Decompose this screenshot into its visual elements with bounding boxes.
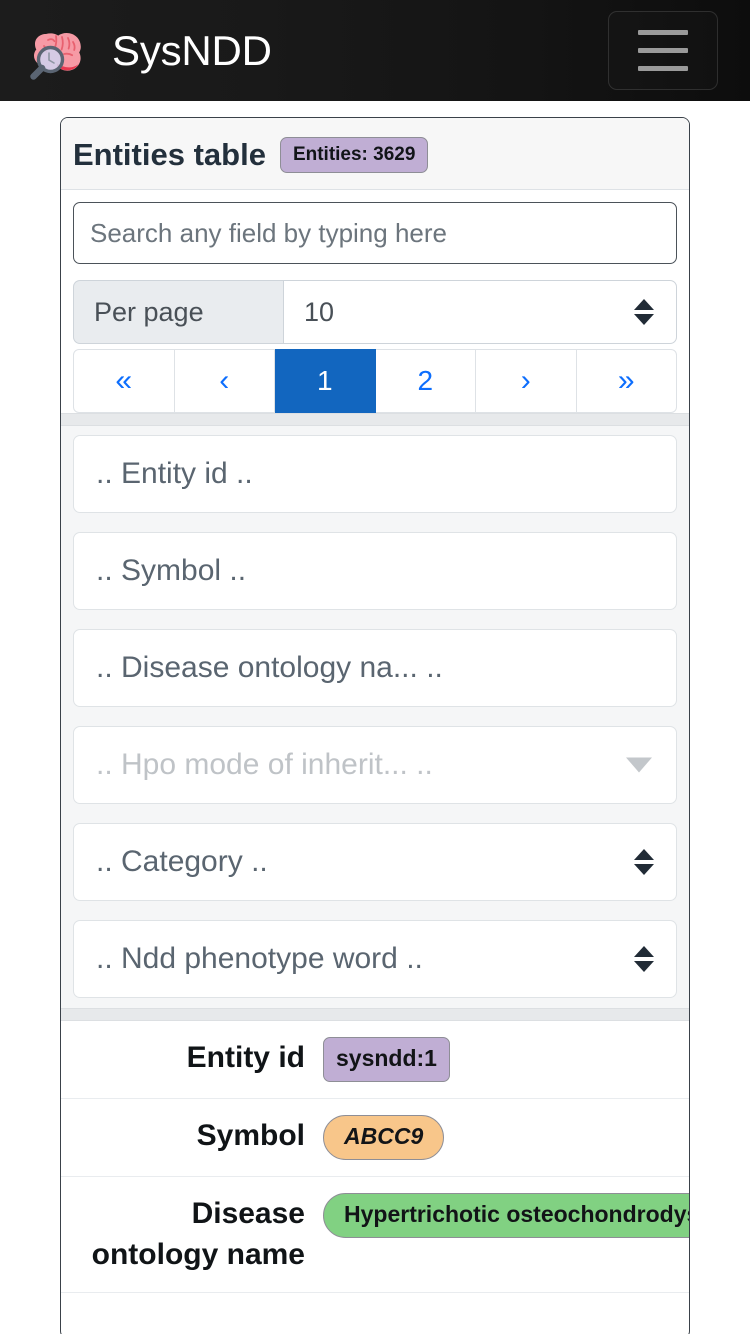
chevron-up-icon: [634, 849, 654, 860]
stepper-arrows-icon: [634, 849, 654, 875]
filter-placeholder-ndd-phenotype-word: .. Ndd phenotype word ..: [96, 942, 423, 975]
pagination-row: « ‹ 1 2 › »: [61, 344, 689, 413]
chevron-up-icon: [634, 946, 654, 957]
hamburger-bar-3: [638, 66, 688, 71]
chevron-down-icon: [634, 314, 654, 325]
filter-input-entity-id[interactable]: .. Entity id ..: [73, 435, 677, 513]
filter-select-category[interactable]: .. Category ..: [73, 823, 677, 901]
row-label-disease-ontology-name: Disease ontology name: [91, 1197, 305, 1272]
pagination-page-1[interactable]: 1: [275, 349, 376, 413]
entity-id-badge[interactable]: sysndd:1: [323, 1037, 450, 1082]
filter-row-hpo-mode-of-inheritance: .. Hpo mode of inherit... ..: [61, 717, 689, 814]
table-row: Entity id sysndd:1: [61, 1021, 689, 1099]
chevron-down-icon: [626, 757, 652, 773]
filter-row-entity-id: .. Entity id ..: [61, 426, 689, 523]
hamburger-bar-2: [638, 48, 688, 53]
per-page-row: Per page 10: [61, 278, 689, 344]
record-section-divider: [61, 1008, 689, 1021]
per-page-group: Per page 10: [73, 280, 677, 344]
filter-select-hpo-mode-of-inheritance[interactable]: .. Hpo mode of inherit... ..: [73, 726, 677, 804]
hamburger-menu-icon[interactable]: [608, 11, 718, 90]
pagination-first-button[interactable]: «: [73, 349, 175, 413]
filter-row-symbol: .. Symbol ..: [61, 523, 689, 620]
brain-magnifier-icon: [24, 14, 98, 88]
filter-placeholder-symbol: .. Symbol ..: [96, 554, 247, 587]
row-label-entity-id: Entity id: [186, 1041, 305, 1074]
row-value-entity-id: sysndd:1: [323, 1037, 689, 1082]
pagination-page-2-label: 2: [417, 365, 434, 396]
record-detail-table: Entity id sysndd:1 Symbol ABCC9 Disease …: [61, 1021, 689, 1293]
entities-count-badge: Entities: 3629: [279, 136, 429, 173]
disease-ontology-name-badge[interactable]: Hypertrichotic osteochondrodysplasia Can…: [323, 1193, 689, 1238]
page-title: Entities table: [73, 137, 266, 172]
filter-row-disease-ontology-name: .. Disease ontology na... ..: [61, 620, 689, 717]
filter-placeholder-hpo-mode-of-inheritance: .. Hpo mode of inherit... ..: [96, 748, 433, 781]
table-row: Disease ontology name Hypertrichotic ost…: [61, 1177, 689, 1293]
pagination-first-label: «: [115, 364, 133, 397]
page-container: Entities table Entities: 3629 Per page 1…: [0, 101, 750, 1334]
chevron-down-icon: [634, 864, 654, 875]
stepper-arrows-icon: [634, 299, 654, 325]
card-body: Per page 10 «: [61, 190, 689, 1293]
filter-section-divider: [61, 413, 689, 426]
brand-link[interactable]: SysNDD: [24, 14, 272, 88]
row-label-symbol: Symbol: [196, 1119, 305, 1152]
filter-placeholder-category: .. Category ..: [96, 845, 268, 878]
hamburger-bar-1: [638, 30, 688, 35]
pagination-next-button[interactable]: ›: [476, 349, 577, 413]
search-input[interactable]: [73, 202, 677, 264]
filter-row-category: .. Category ..: [61, 814, 689, 911]
stepper-arrows-icon: [634, 946, 654, 972]
card-header: Entities table Entities: 3629: [61, 118, 689, 190]
row-value-disease-ontology-name: Hypertrichotic osteochondrodysplasia Can…: [323, 1193, 689, 1238]
chevron-up-icon: [634, 299, 654, 310]
row-value-symbol: ABCC9: [323, 1115, 689, 1160]
pagination-prev-label: ‹: [219, 364, 230, 397]
top-navbar: SysNDD: [0, 0, 750, 101]
per-page-value: 10: [304, 296, 335, 327]
pagination-page-2[interactable]: 2: [375, 349, 476, 413]
table-row: Symbol ABCC9: [61, 1099, 689, 1177]
filter-input-symbol[interactable]: .. Symbol ..: [73, 532, 677, 610]
pagination-next-label: ›: [520, 364, 531, 397]
pagination: « ‹ 1 2 › »: [73, 349, 677, 413]
symbol-badge[interactable]: ABCC9: [323, 1115, 445, 1160]
brand-title: SysNDD: [112, 26, 272, 74]
filter-select-ndd-phenotype-word[interactable]: .. Ndd phenotype word ..: [73, 920, 677, 998]
chevron-down-icon: [634, 961, 654, 972]
search-row: [61, 190, 689, 278]
filter-placeholder-disease-ontology-name: .. Disease ontology na... ..: [96, 651, 443, 684]
pagination-prev-button[interactable]: ‹: [174, 349, 275, 413]
pagination-last-button[interactable]: »: [576, 349, 677, 413]
filter-input-disease-ontology-name[interactable]: .. Disease ontology na... ..: [73, 629, 677, 707]
per-page-label: Per page: [73, 280, 283, 344]
pagination-last-label: »: [617, 364, 635, 397]
pagination-page-1-label: 1: [316, 365, 333, 396]
filter-placeholder-entity-id: .. Entity id ..: [96, 457, 253, 490]
entities-table-card: Entities table Entities: 3629 Per page 1…: [60, 117, 690, 1334]
per-page-select[interactable]: 10: [283, 280, 677, 344]
filter-row-ndd-phenotype-word: .. Ndd phenotype word ..: [61, 911, 689, 1008]
